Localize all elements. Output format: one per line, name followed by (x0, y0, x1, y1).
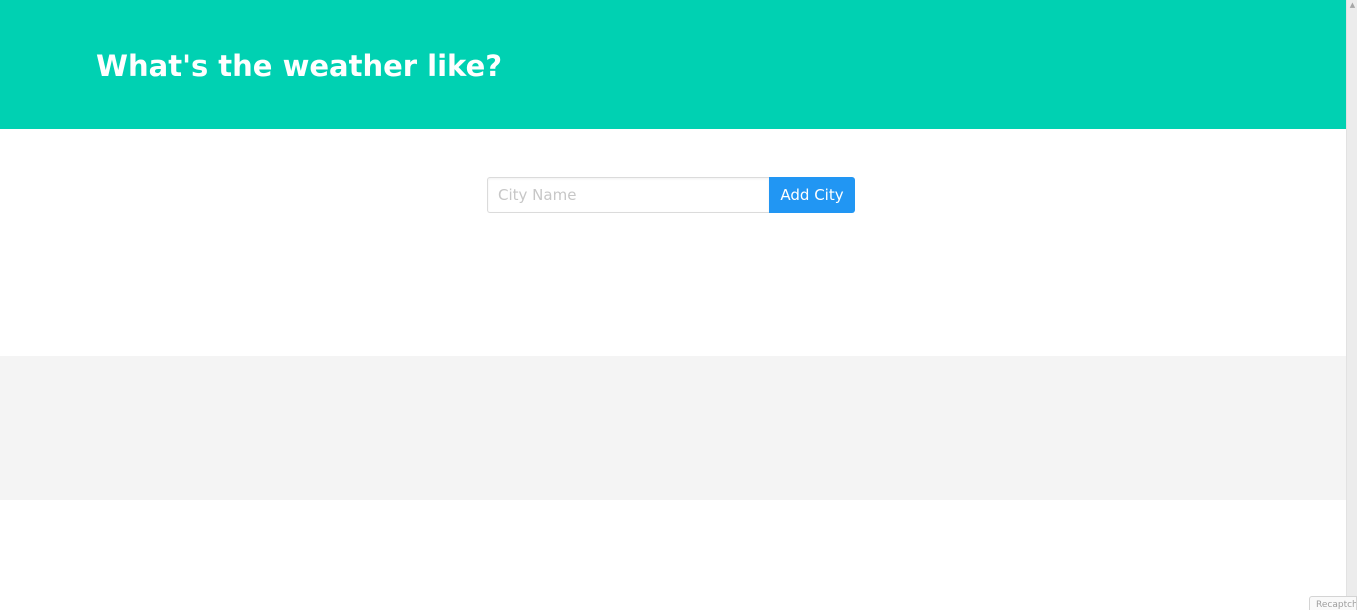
recaptcha-badge-label: Recaptcha (1316, 600, 1356, 610)
weather-app-page: What's the weather like? Add City ▲ ▼ Re… (0, 0, 1357, 610)
recaptcha-badge[interactable]: Recaptcha (1309, 596, 1357, 610)
page-content: What's the weather like? Add City (0, 0, 1346, 610)
add-city-form: Add City (487, 177, 855, 213)
chevron-up-icon[interactable]: ▲ (1348, 1, 1357, 9)
add-city-button[interactable]: Add City (769, 177, 855, 213)
hero-header: What's the weather like? (0, 0, 1346, 129)
vertical-scrollbar[interactable]: ▲ ▼ (1346, 0, 1357, 610)
city-name-input[interactable] (487, 177, 769, 213)
weather-results-section (0, 356, 1346, 500)
page-title: What's the weather like? (96, 49, 503, 83)
